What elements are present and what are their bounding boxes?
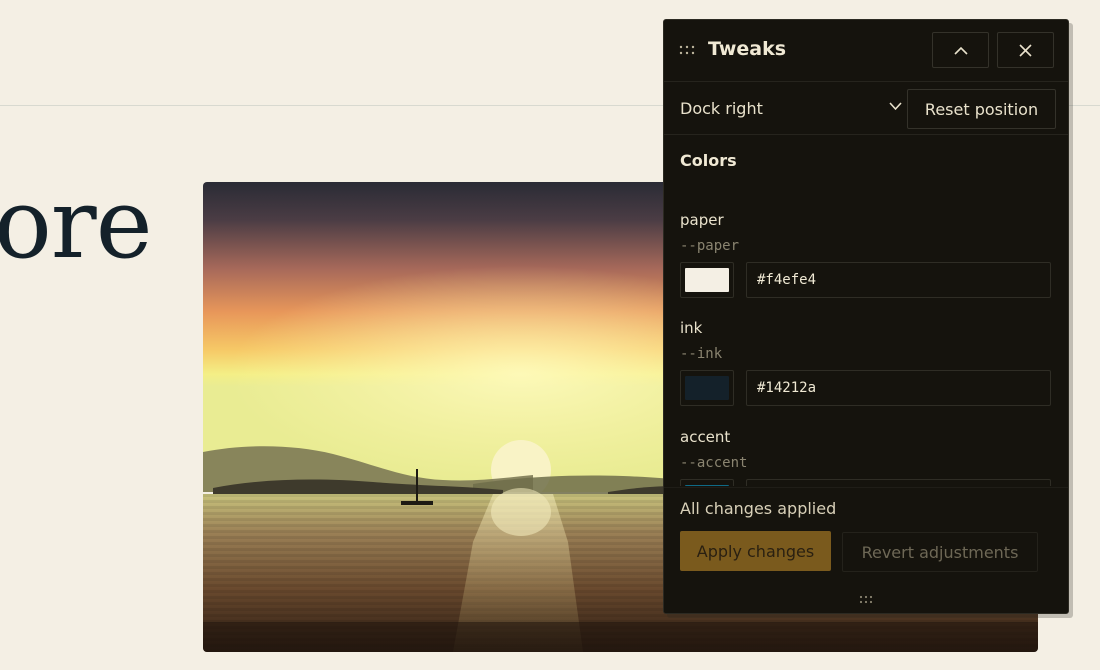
chevron-up-icon [953,46,968,55]
panel-footer: All changes applied Apply changes Revert… [664,487,1068,613]
color-field-accent: accent --accent [680,428,1052,486]
status-text: All changes applied [680,499,837,518]
dock-select-value: Dock right [680,98,763,118]
color-swatch [685,268,729,292]
field-label: accent [680,428,731,446]
drag-grip-icon[interactable] [679,44,695,56]
hex-input[interactable] [746,479,1051,486]
tweaks-panel: Tweaks Dock right Reset position Colors … [663,19,1069,614]
revert-adjustments-button[interactable]: Revert adjustments [842,532,1038,572]
colors-scroll-area[interactable]: Colors paper --paper ink --ink accent --… [664,135,1068,486]
field-label: paper [680,211,724,229]
close-button[interactable] [997,32,1054,68]
dock-select[interactable]: Dock right [680,91,902,125]
close-icon [1019,43,1032,57]
hex-input[interactable] [746,370,1051,406]
panel-title: Tweaks [708,38,787,60]
color-swatch [685,485,729,486]
color-swatch-button[interactable] [680,479,734,486]
color-field-paper: paper --paper [680,211,1052,311]
reset-position-button[interactable]: Reset position [907,89,1056,129]
resize-grip-icon[interactable] [858,594,874,604]
color-swatch-button[interactable] [680,262,734,298]
field-variable: --paper [680,238,740,254]
hex-input[interactable] [746,262,1051,298]
dock-row: Dock right Reset position [664,82,1068,135]
color-field-ink: ink --ink [680,319,1052,419]
field-variable: --ink [680,346,723,362]
hero-heading: ore [0,168,152,280]
color-swatch-button[interactable] [680,370,734,406]
panel-header: Tweaks [664,20,1068,82]
collapse-button[interactable] [932,32,989,68]
field-label: ink [680,319,703,337]
apply-changes-button[interactable]: Apply changes [680,531,831,571]
color-swatch [685,376,729,400]
field-variable: --accent [680,455,748,471]
chevron-down-icon [889,102,902,111]
section-title-colors: Colors [680,151,737,170]
